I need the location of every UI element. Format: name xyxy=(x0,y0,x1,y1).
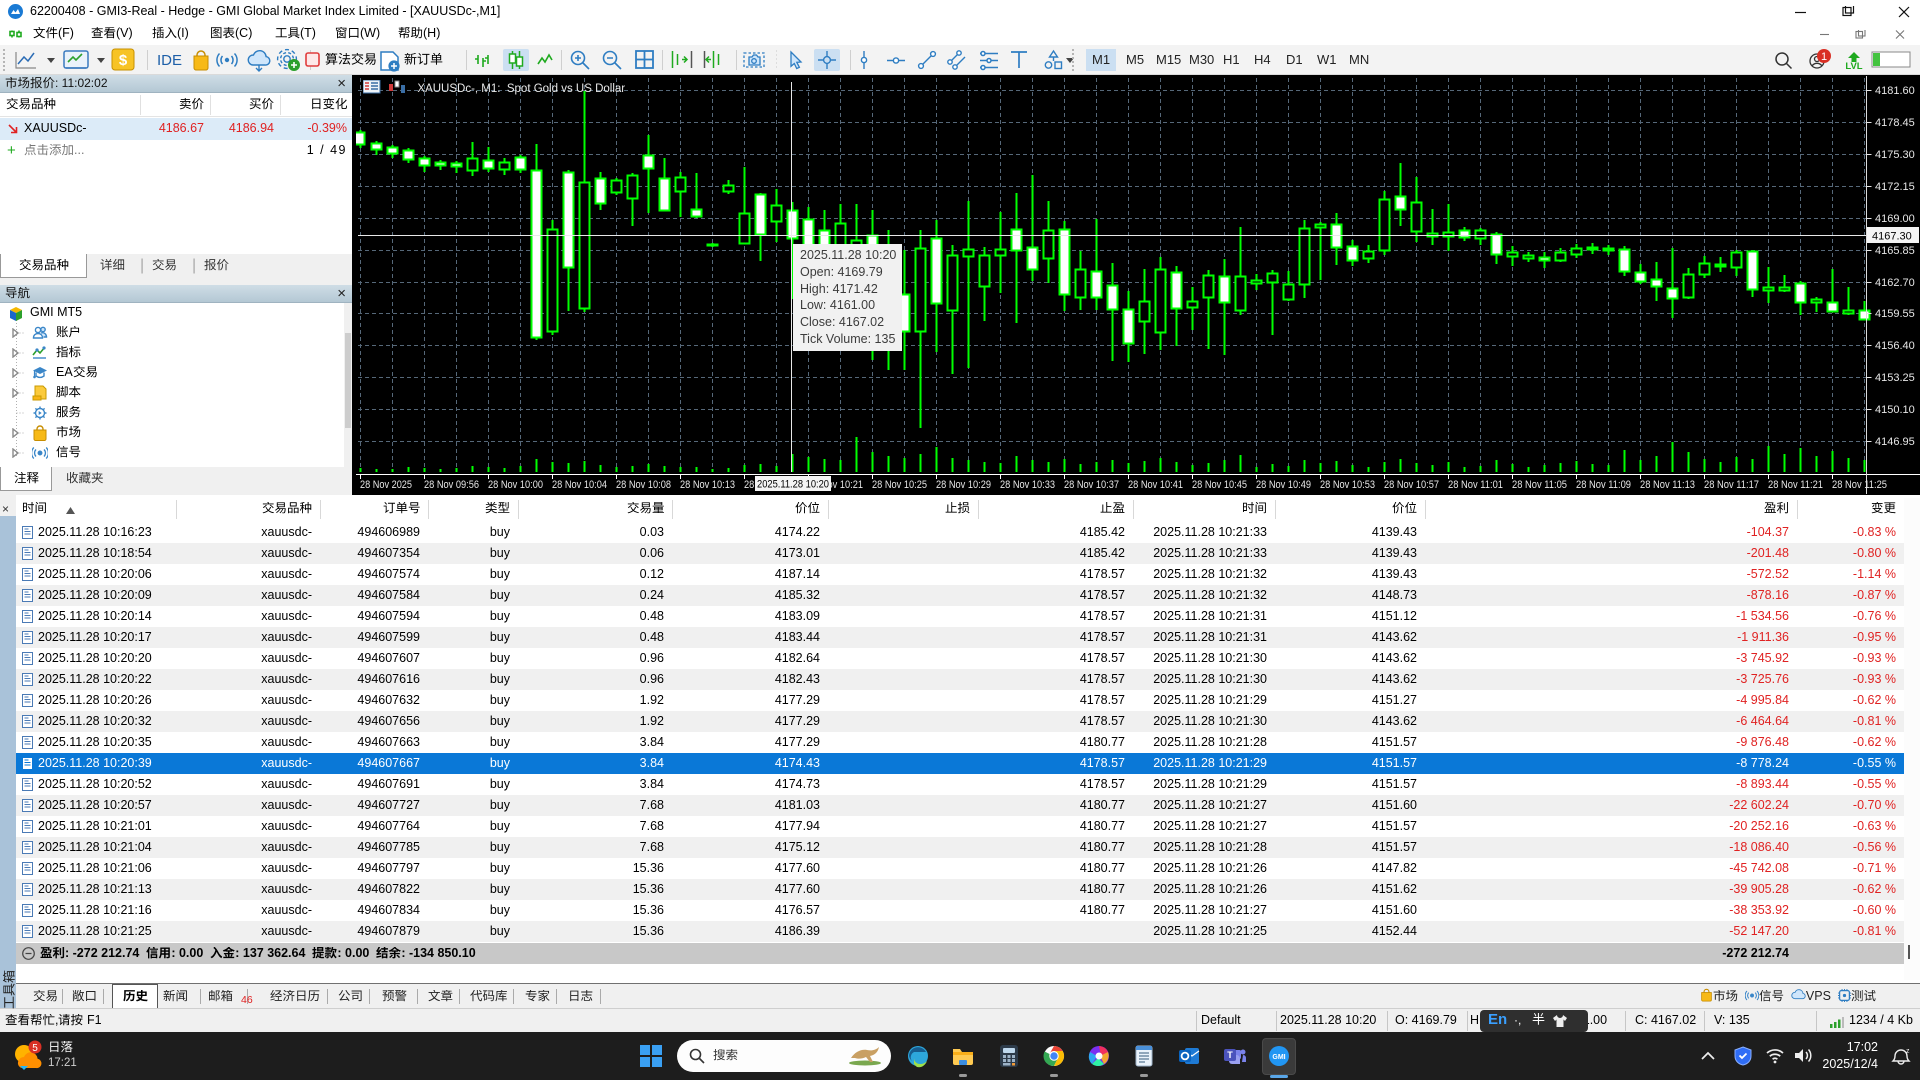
svg-text:5: 5 xyxy=(32,1043,38,1054)
svg-text:28 Nov 10:57: 28 Nov 10:57 xyxy=(1384,479,1439,491)
svg-text:28 Nov 10:25: 28 Nov 10:25 xyxy=(872,479,927,491)
svg-text:28 Nov 11:05: 28 Nov 11:05 xyxy=(1512,479,1567,491)
svg-text:28 Nov 10:08: 28 Nov 10:08 xyxy=(616,479,671,491)
svg-text:4159.55: 4159.55 xyxy=(1875,308,1915,320)
svg-text:28 Nov 10:37: 28 Nov 10:37 xyxy=(1064,479,1119,491)
svg-text:28 Nov 10:00: 28 Nov 10:00 xyxy=(488,479,543,491)
svg-text:28 Nov 2025: 28 Nov 2025 xyxy=(360,479,412,491)
svg-text:28 Nov 11:21: 28 Nov 11:21 xyxy=(1768,479,1823,491)
svg-text:4167.30: 4167.30 xyxy=(1872,231,1912,243)
svg-text:28 Nov 10:33: 28 Nov 10:33 xyxy=(1000,479,1055,491)
svg-text:1: 1 xyxy=(1821,51,1827,63)
svg-text:4150.10: 4150.10 xyxy=(1875,404,1915,416)
svg-text:28 Nov 11:09: 28 Nov 11:09 xyxy=(1576,479,1631,491)
svg-text:4169.00: 4169.00 xyxy=(1875,213,1915,225)
svg-text:28 Nov 09:56: 28 Nov 09:56 xyxy=(424,479,479,491)
svg-text:28 Nov 11:13: 28 Nov 11:13 xyxy=(1640,479,1695,491)
svg-text:28 Nov 11:01: 28 Nov 11:01 xyxy=(1448,479,1503,491)
svg-text:$: $ xyxy=(119,52,128,69)
svg-text:4175.30: 4175.30 xyxy=(1875,149,1915,161)
svg-text:4153.25: 4153.25 xyxy=(1875,372,1915,384)
svg-text:4146.95: 4146.95 xyxy=(1875,436,1915,448)
svg-text:28 Nov 10:49: 28 Nov 10:49 xyxy=(1256,479,1311,491)
svg-text:GMI: GMI xyxy=(1272,1054,1285,1061)
svg-text:28 Nov 10:45: 28 Nov 10:45 xyxy=(1192,479,1247,491)
svg-text:28 Nov 10:13: 28 Nov 10:13 xyxy=(680,479,735,491)
svg-text:4181.60: 4181.60 xyxy=(1875,85,1915,97)
svg-text:T: T xyxy=(1227,1050,1233,1060)
svg-text:LVL: LVL xyxy=(1845,61,1862,71)
svg-text:28 Nov 10:53: 28 Nov 10:53 xyxy=(1320,479,1375,491)
svg-text:4162.70: 4162.70 xyxy=(1875,277,1915,289)
svg-text:28 Nov 11:17: 28 Nov 11:17 xyxy=(1704,479,1759,491)
svg-text:28 Nov 11:25: 28 Nov 11:25 xyxy=(1832,479,1887,491)
svg-text:28 Nov 10:04: 28 Nov 10:04 xyxy=(552,479,607,491)
svg-text:4172.15: 4172.15 xyxy=(1875,181,1915,193)
svg-text:2025.11.28 10:20: 2025.11.28 10:20 xyxy=(757,479,829,491)
svg-text:4178.45: 4178.45 xyxy=(1875,117,1915,129)
svg-text:IDE: IDE xyxy=(157,52,182,69)
svg-text:28 Nov 10:41: 28 Nov 10:41 xyxy=(1128,479,1183,491)
svg-text:z: z xyxy=(1906,1048,1910,1055)
svg-text:4156.40: 4156.40 xyxy=(1875,340,1915,352)
svg-text:28 Nov 10:29: 28 Nov 10:29 xyxy=(936,479,991,491)
svg-text:4165.85: 4165.85 xyxy=(1875,245,1915,257)
